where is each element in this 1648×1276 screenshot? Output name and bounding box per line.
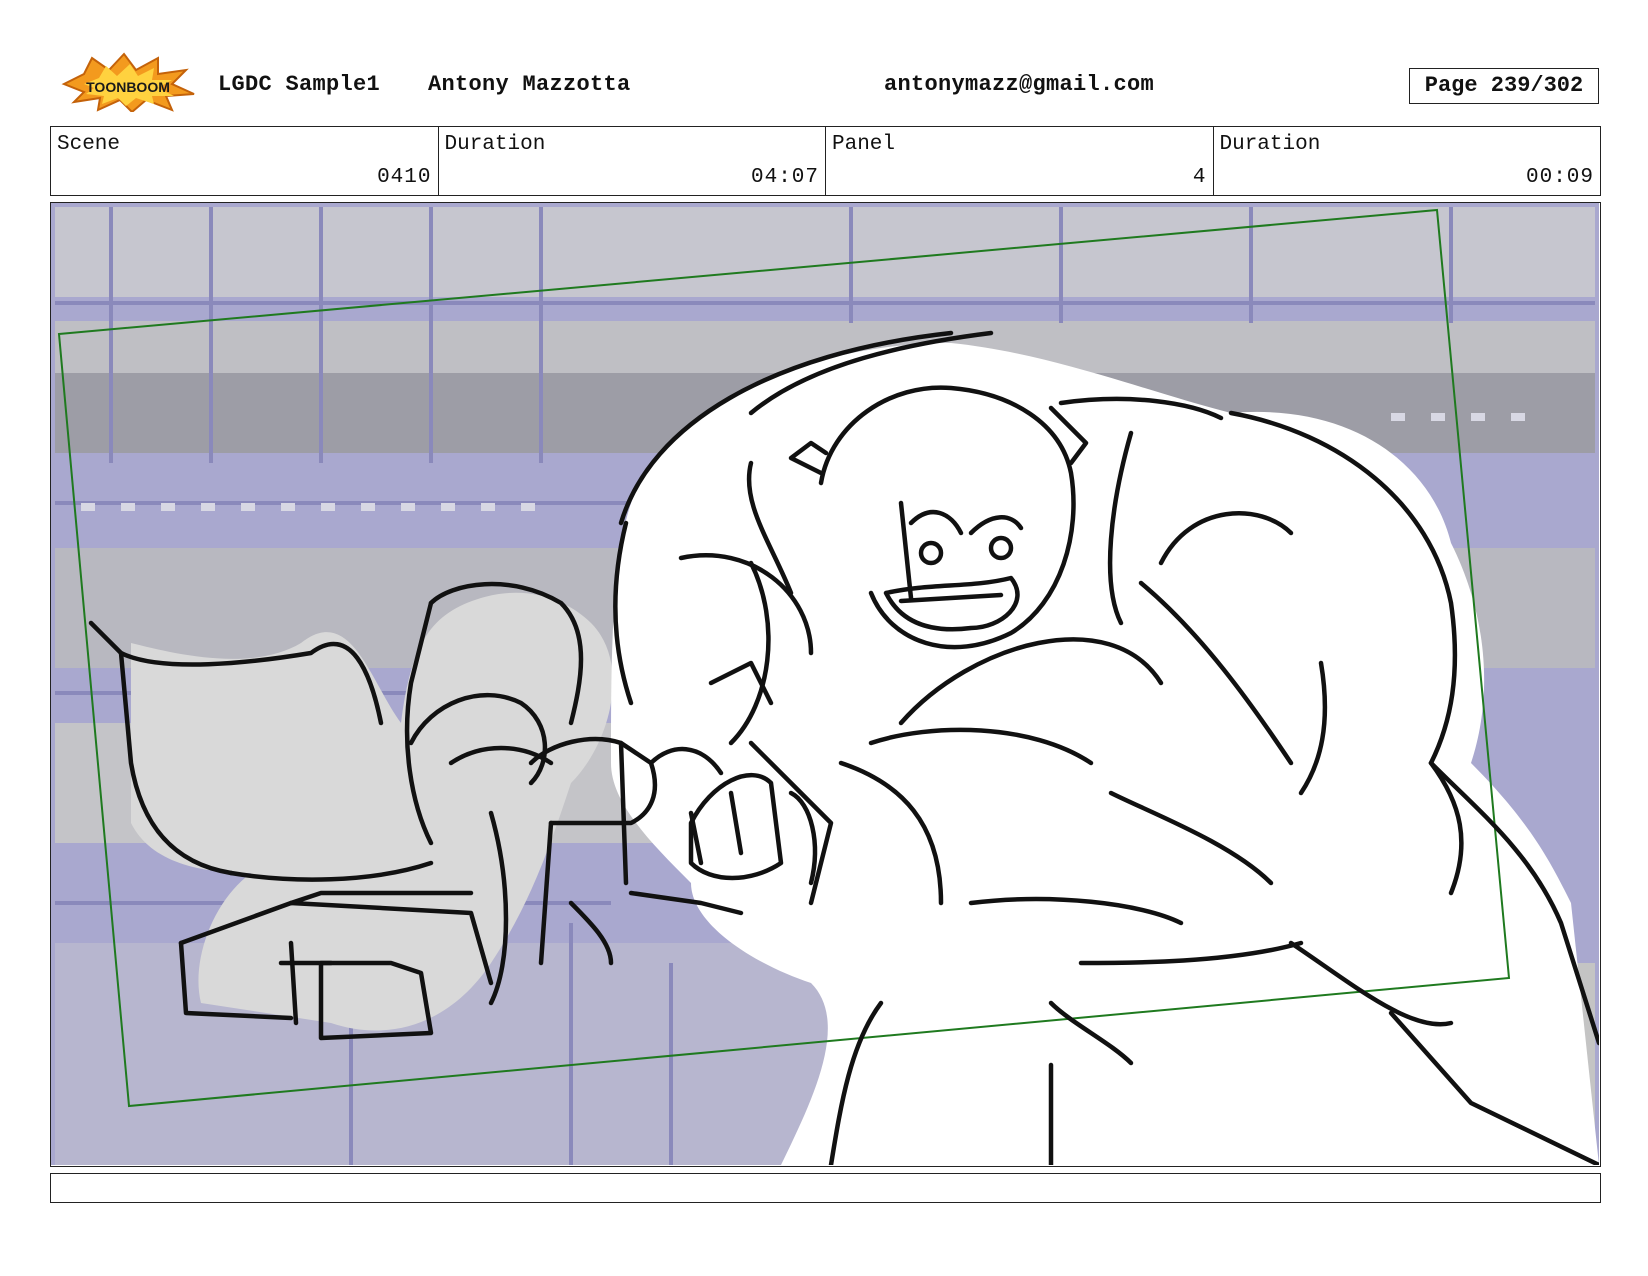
scene-duration-label: Duration [444,133,546,156]
scene-cell: Scene 0410 [51,127,439,195]
panel-cell: Panel 4 [826,127,1214,195]
project-name: LGDC Sample1 [218,72,381,97]
panel-artwork [51,203,1599,1165]
scene-label: Scene [57,133,121,156]
page-number: Page 239/302 [1409,68,1599,104]
svg-text:TOONBOOM: TOONBOOM [86,79,170,95]
storyboard-panel [50,202,1601,1167]
scene-value: 0410 [377,166,432,189]
toonboom-logo: TOONBOOM [54,52,200,114]
panel-notes-box [50,1173,1601,1203]
scene-duration-cell: Duration 04:07 [439,127,826,195]
panel-duration-value: 00:09 [1525,166,1594,189]
author-name: Antony Mazzotta [428,72,631,97]
panel-duration-label: Duration [1219,133,1321,156]
author-email: antonymazz@gmail.com [884,72,1155,97]
panel-duration-cell: Duration 00:09 [1214,127,1601,195]
background-top-band [55,207,1595,297]
scene-info-table: Scene 0410 Duration 04:07 Panel 4 Durati… [50,126,1601,196]
scene-duration-value: 04:07 [750,166,819,189]
panel-label: Panel [832,133,896,156]
panel-value: 4 [1192,166,1207,189]
